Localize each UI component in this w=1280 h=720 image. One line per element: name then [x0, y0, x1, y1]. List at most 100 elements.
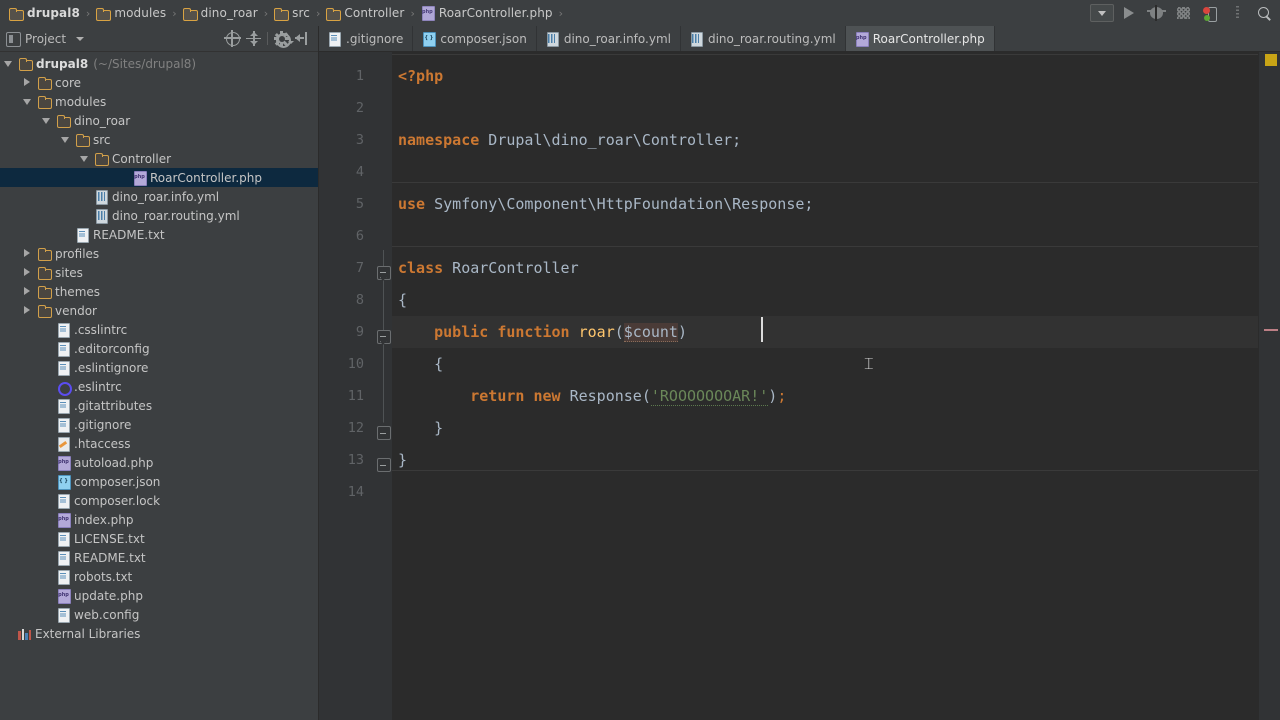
editor-tab-dino-roar-routing-yml[interactable]: dino_roar.routing.yml [681, 26, 846, 51]
project-file-tree[interactable]: drupal8 (~/Sites/drupal8) core modules dino_… [0, 52, 318, 720]
more-options-button[interactable] [1225, 2, 1249, 24]
tree-item--gitattributes[interactable]: .gitattributes [0, 396, 318, 415]
code-line-2[interactable] [392, 92, 1258, 124]
tree-item--htaccess[interactable]: .htaccess [0, 434, 318, 453]
tree-item-label: core [55, 75, 81, 90]
fold-end-marker-class[interactable] [377, 454, 391, 472]
tree-item-external-libraries[interactable]: External Libraries [0, 624, 318, 643]
editor-tab-roarcontroller-php[interactable]: RoarController.php [845, 26, 995, 51]
editor-tab-composer-json[interactable]: composer.json [413, 26, 537, 51]
line-number: 8 [355, 292, 364, 308]
code-line-9[interactable]: public function roar($count) [392, 316, 1258, 348]
chevron-down-icon[interactable] [4, 59, 13, 68]
search-everywhere-button[interactable] [1252, 2, 1276, 24]
code-line-14[interactable] [392, 476, 1258, 508]
fold-marker-method[interactable] [377, 330, 391, 345]
tree-item-profiles[interactable]: profiles [0, 244, 318, 263]
project-panel-header: Project [0, 26, 318, 52]
tree-item-modules[interactable]: modules [0, 92, 318, 111]
code-line-13[interactable]: } [392, 444, 1258, 476]
expand-collapse-icon[interactable] [246, 31, 261, 46]
txt-file-icon [56, 342, 70, 357]
tree-item-web-config[interactable]: web.config [0, 605, 318, 624]
chevron-right-icon[interactable] [23, 249, 32, 258]
code-line-6[interactable] [392, 220, 1258, 252]
tree-item-license-txt[interactable]: LICENSE.txt [0, 529, 318, 548]
code-editor[interactable]: 1 2 3 4 5 6 7 8 9 10 11 12 13 14 <?php namespace Drup… [319, 52, 1280, 720]
code-line-4[interactable] [392, 156, 1258, 188]
code-line-3[interactable]: namespace Drupal\dino_roar\Controller; [392, 124, 1258, 156]
tree-item-index-php[interactable]: index.php [0, 510, 318, 529]
chevron-down-icon[interactable] [23, 97, 32, 106]
editor-tab--gitignore[interactable]: .gitignore [319, 26, 414, 51]
tree-item-composer-json[interactable]: composer.json [0, 472, 318, 491]
tree-item--gitignore[interactable]: .gitignore [0, 415, 318, 434]
chevron-down-icon[interactable] [76, 36, 85, 41]
run-configuration-selector[interactable] [1090, 2, 1114, 24]
tree-item-themes[interactable]: themes [0, 282, 318, 301]
breadcrumb-item-modules[interactable]: modules [95, 0, 167, 26]
tree-item-roarcontroller-php[interactable]: RoarController.php [0, 168, 318, 187]
tree-item-readme-txt[interactable]: README.txt [0, 225, 318, 244]
debug-button[interactable] [1144, 2, 1168, 24]
tree-item-vendor[interactable]: vendor [0, 301, 318, 320]
tree-item-robots-txt[interactable]: robots.txt [0, 567, 318, 586]
editor-tab-dino-roar-info-yml[interactable]: dino_roar.info.yml [537, 26, 681, 51]
tree-item-autoload-php[interactable]: autoload.php [0, 453, 318, 472]
tree-item-label: dino_roar.info.yml [112, 189, 220, 204]
tree-item-dino-roar-info-yml[interactable]: dino_roar.info.yml [0, 187, 318, 206]
tree-item-core[interactable]: core [0, 73, 318, 92]
code-text[interactable]: <?php namespace Drupal\dino_roar\Control… [392, 52, 1258, 720]
settings-gear-icon[interactable] [273, 30, 294, 48]
breadcrumb-item-drupal8[interactable]: drupal8 [8, 0, 81, 26]
chevron-right-icon[interactable] [23, 287, 32, 296]
tree-item-controller[interactable]: Controller [0, 149, 318, 168]
error-stripe-marker-bar[interactable] [1258, 52, 1280, 720]
folder-icon [37, 266, 52, 280]
breadcrumb-item-dino-roar[interactable]: dino_roar [182, 0, 259, 26]
tree-item-drupal8[interactable]: drupal8 (~/Sites/drupal8) [0, 54, 318, 73]
code-folding-gutter[interactable] [375, 52, 392, 720]
run-button[interactable] [1117, 2, 1141, 24]
chevron-down-icon[interactable] [42, 116, 51, 125]
tree-item-label: dino_roar [74, 113, 131, 128]
coverage-button[interactable] [1171, 2, 1195, 24]
breadcrumb-item-roarcontroller-php[interactable]: RoarController.php [420, 0, 554, 26]
tree-item--csslintrc[interactable]: .csslintrc [0, 320, 318, 339]
tree-item--eslintignore[interactable]: .eslintignore [0, 358, 318, 377]
tree-item--eslintrc[interactable]: .eslintrc [0, 377, 318, 396]
tree-item-src[interactable]: src [0, 130, 318, 149]
tree-item-dino-roar[interactable]: dino_roar [0, 111, 318, 130]
code-line-12[interactable]: } [392, 412, 1258, 444]
tree-item-dino-roar-routing-yml[interactable]: dino_roar.routing.yml [0, 206, 318, 225]
warning-marker[interactable] [1265, 54, 1277, 66]
folder-icon [37, 76, 52, 90]
code-line-8[interactable]: { [392, 284, 1258, 316]
code-line-7[interactable]: class RoarController [392, 252, 1258, 284]
locate-icon[interactable] [224, 30, 241, 47]
chevron-right-icon[interactable] [23, 268, 32, 277]
fold-end-marker-method[interactable] [377, 422, 391, 440]
tree-item-update-php[interactable]: update.php [0, 586, 318, 605]
breadcrumb-item-controller[interactable]: Controller [325, 0, 405, 26]
tree-item-composer-lock[interactable]: composer.lock [0, 491, 318, 510]
code-line-5[interactable]: use Symfony\Component\HttpFoundation\Res… [392, 188, 1258, 220]
error-stripe-warning[interactable] [1264, 329, 1278, 331]
chevron-right-icon[interactable] [23, 78, 32, 87]
hide-panel-icon[interactable] [295, 31, 310, 46]
code-line-11[interactable]: return new Response('ROOOOOOOAR!'); [392, 380, 1258, 412]
chevron-down-icon[interactable] [80, 154, 89, 163]
code-line-10[interactable]: { [392, 348, 1258, 380]
fold-marker-class[interactable] [377, 266, 391, 281]
tree-item-sites[interactable]: sites [0, 263, 318, 282]
code-section-divider [392, 470, 1258, 471]
navigation-breadcrumb-bar: drupal8 › modules › dino_roar › src › Controller… [0, 0, 1280, 26]
code-line-1[interactable]: <?php [392, 60, 1258, 92]
chevron-down-icon[interactable] [61, 135, 70, 144]
tree-item--editorconfig[interactable]: .editorconfig [0, 339, 318, 358]
debug-icon [1146, 5, 1166, 21]
breadcrumb-item-src[interactable]: src [273, 0, 311, 26]
chevron-right-icon[interactable] [23, 306, 32, 315]
android-device-button[interactable] [1198, 2, 1222, 24]
tree-item-readme-txt[interactable]: README.txt [0, 548, 318, 567]
